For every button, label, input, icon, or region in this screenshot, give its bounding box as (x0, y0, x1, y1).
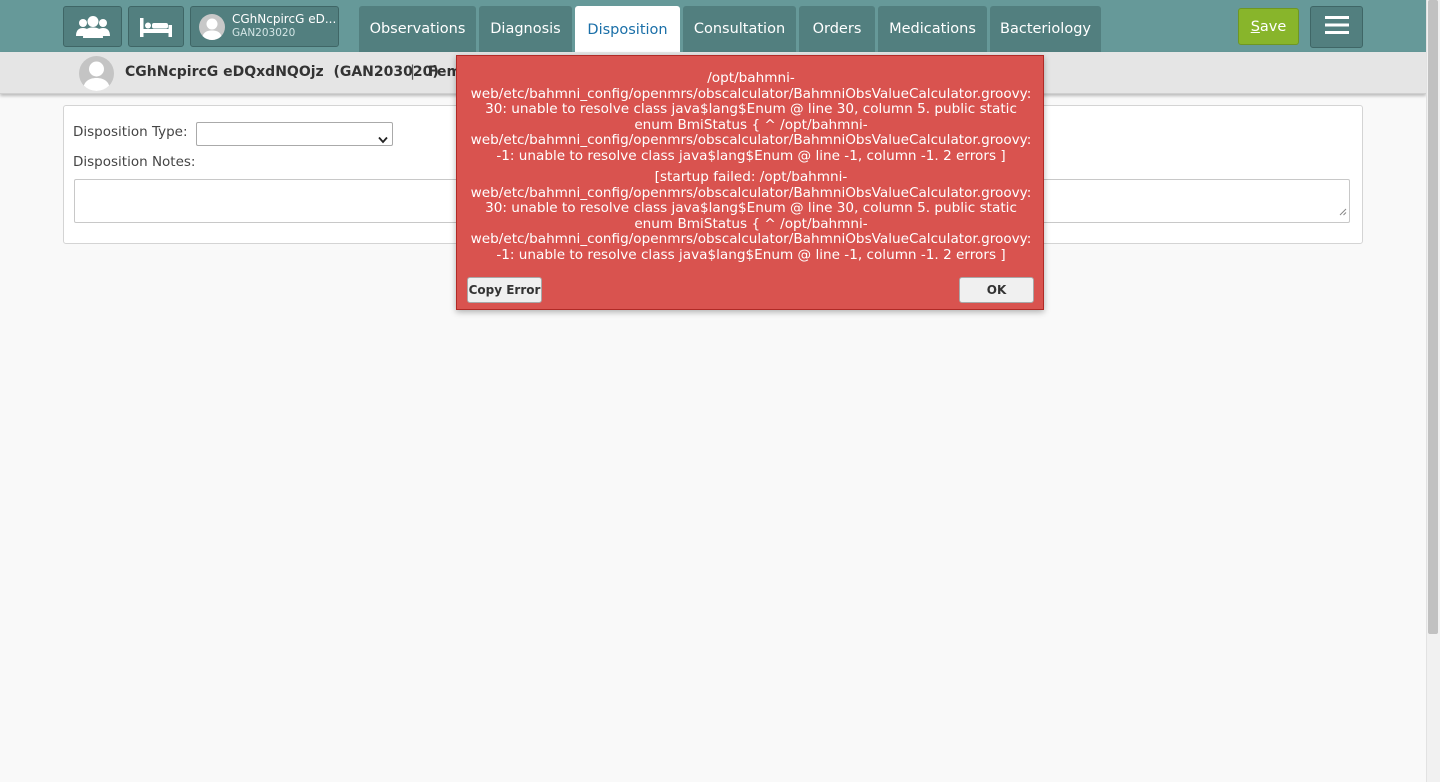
patient-button-id: GAN203020 (232, 27, 296, 40)
patient-name: CGhNcpircG eDQxdNQOjz (GAN203020) (125, 64, 439, 80)
disposition-type-label: Disposition Type: (73, 124, 188, 140)
tab-label: Observations (369, 21, 466, 37)
tab-orders[interactable]: Orders (799, 6, 875, 52)
user-avatar-icon (199, 13, 225, 40)
tab-consultation[interactable]: Consultation (683, 6, 796, 52)
tab-label: Orders (812, 21, 862, 37)
disposition-notes-label: Disposition Notes: (73, 154, 196, 170)
users-icon (75, 15, 110, 39)
save-button[interactable]: Save (1238, 8, 1299, 45)
error-message-startup: [startup failed: /opt/bahmni-web/etc/bah… (470, 169, 1032, 263)
beds-button[interactable] (128, 6, 184, 47)
tab-observations[interactable]: Observations (359, 6, 476, 52)
save-hotkey: S (1250, 18, 1260, 35)
patient-identifier: (GAN203020) (333, 64, 439, 80)
tab-label: Medications (889, 21, 976, 37)
disposition-type-select[interactable] (196, 122, 393, 146)
save-label-rest: ave (1259, 18, 1287, 35)
copy-error-label: Copy Error (468, 283, 541, 297)
header-separator: | (410, 62, 416, 80)
tab-medications[interactable]: Medications (878, 6, 987, 52)
tab-label: Consultation (693, 21, 786, 37)
hamburger-menu-icon (1324, 15, 1349, 39)
tab-label: Disposition (587, 21, 668, 38)
error-dialog: /opt/bahmni-web/etc/bahmni_config/openmr… (456, 55, 1044, 310)
patient-avatar-icon (79, 56, 114, 91)
scrollbar-thumb[interactable] (1428, 0, 1438, 634)
resize-grip-icon[interactable] (1339, 201, 1347, 220)
tab-disposition[interactable]: Disposition (575, 6, 680, 53)
bed-icon (139, 16, 173, 38)
copy-error-button[interactable]: Copy Error (467, 277, 542, 303)
main-menu-button[interactable] (1310, 6, 1363, 48)
tab-label: Diagnosis (490, 21, 561, 37)
tab-diagnosis[interactable]: Diagnosis (479, 6, 572, 52)
ok-button[interactable]: OK (959, 277, 1034, 303)
patient-full-name: CGhNcpircG eDQxdNQOjz (125, 64, 324, 80)
error-message-primary: /opt/bahmni-web/etc/bahmni_config/openmr… (470, 70, 1032, 164)
patients-button[interactable] (63, 6, 122, 47)
tab-bacteriology[interactable]: Bacteriology (990, 6, 1101, 52)
chevron-down-icon (378, 129, 388, 148)
tab-label: Bacteriology (1000, 21, 1091, 37)
ok-label: OK (986, 283, 1007, 297)
patient-button-name: CGhNcpircG eD... (232, 12, 337, 27)
patient-dashboard-button[interactable]: CGhNcpircG eD... GAN203020 (190, 6, 339, 47)
